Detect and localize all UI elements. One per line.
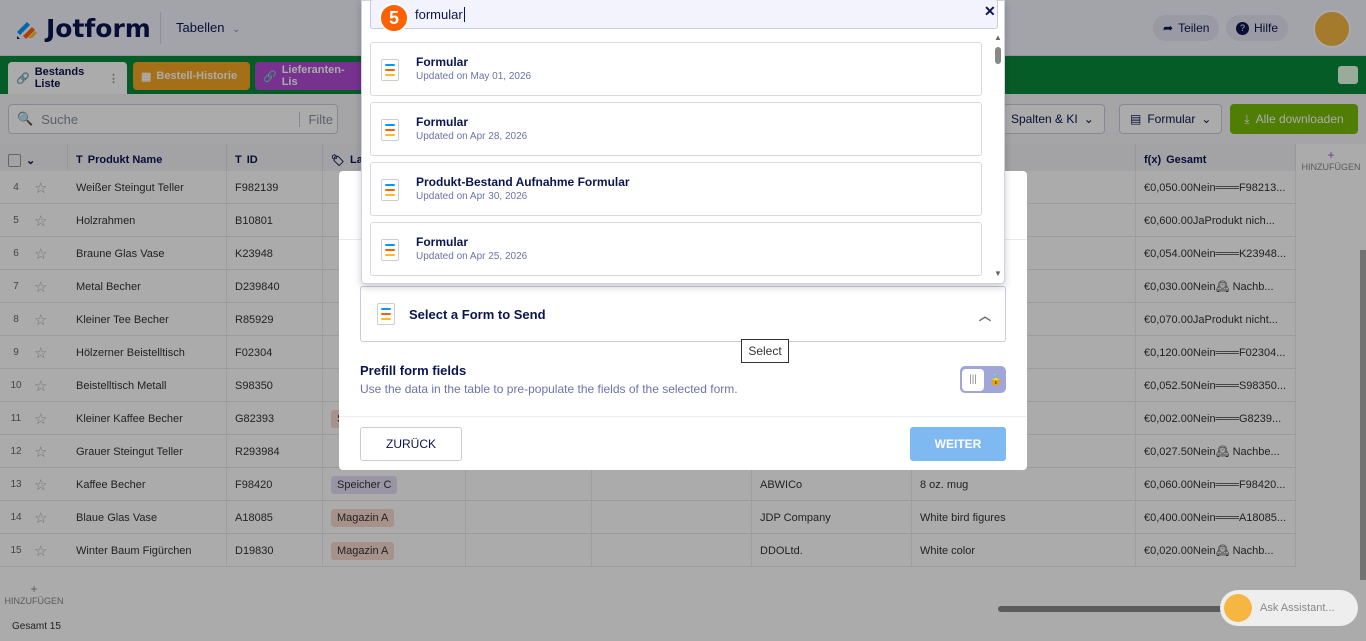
back-button[interactable]: ZURÜCK bbox=[360, 427, 462, 461]
form-option-date: Updated on Apr 30, 2026 bbox=[416, 191, 528, 202]
select-form-dropdown[interactable]: Select a Form to Send ︿ bbox=[360, 286, 1006, 342]
form-option-name: Formular bbox=[416, 55, 469, 69]
form-option-date: Updated on Apr 25, 2026 bbox=[416, 251, 528, 262]
toggle-knob: ||| bbox=[962, 368, 984, 391]
select-tooltip: Select bbox=[741, 339, 789, 363]
assistant-avatar bbox=[1224, 594, 1252, 622]
form-option-date: Updated on May 01, 2026 bbox=[416, 71, 532, 82]
prefill-title: Prefill form fields bbox=[360, 363, 467, 378]
form-option[interactable]: Produkt-Bestand Aufnahme Formular Updated… bbox=[370, 162, 982, 216]
form-icon bbox=[381, 119, 399, 141]
scroll-up-arrow-icon[interactable]: ▲ bbox=[994, 33, 1002, 42]
form-icon bbox=[381, 59, 399, 81]
next-button[interactable]: WEITER bbox=[910, 427, 1006, 461]
form-option-name: Formular bbox=[416, 235, 469, 249]
chevron-up-icon: ︿ bbox=[978, 309, 991, 323]
scroll-down-arrow-icon[interactable]: ▼ bbox=[994, 269, 1002, 278]
form-search-value: formular bbox=[415, 6, 463, 22]
form-icon bbox=[381, 179, 399, 201]
form-option[interactable]: Formular Updated on Apr 28, 2026 bbox=[370, 102, 982, 156]
divider bbox=[339, 416, 1027, 417]
lock-icon: 🔒 bbox=[989, 374, 1003, 386]
form-option[interactable]: Formular Updated on May 01, 2026 bbox=[370, 42, 982, 96]
form-search-input[interactable]: formular bbox=[370, 0, 998, 29]
form-option-name: Formular bbox=[416, 115, 469, 129]
scroll-thumb[interactable] bbox=[995, 47, 1001, 64]
form-search-dropdown: formular 5 ✕ Formular Updated on May 01, … bbox=[361, 0, 1005, 284]
text-cursor bbox=[463, 6, 465, 22]
step-badge: 5 bbox=[379, 3, 409, 33]
form-option-name: Produkt-Bestand Aufnahme Formular bbox=[416, 175, 630, 189]
select-form-label: Select a Form to Send bbox=[409, 306, 546, 322]
prefill-description: Use the data in the table to pre-populat… bbox=[360, 382, 738, 396]
form-option[interactable]: Formular Updated on Apr 25, 2026 bbox=[370, 222, 982, 276]
form-icon bbox=[377, 303, 395, 325]
assistant-label: Ask Assistant... bbox=[1260, 602, 1335, 614]
dropdown-scrollbar[interactable]: ▲ ▼ bbox=[992, 31, 1004, 281]
close-icon[interactable]: ✕ bbox=[984, 3, 996, 20]
prefill-toggle[interactable]: ||| 🔒 bbox=[960, 366, 1006, 393]
ask-assistant-button[interactable]: Ask Assistant... bbox=[1220, 590, 1358, 626]
form-icon bbox=[381, 239, 399, 261]
form-option-date: Updated on Apr 28, 2026 bbox=[416, 131, 528, 142]
